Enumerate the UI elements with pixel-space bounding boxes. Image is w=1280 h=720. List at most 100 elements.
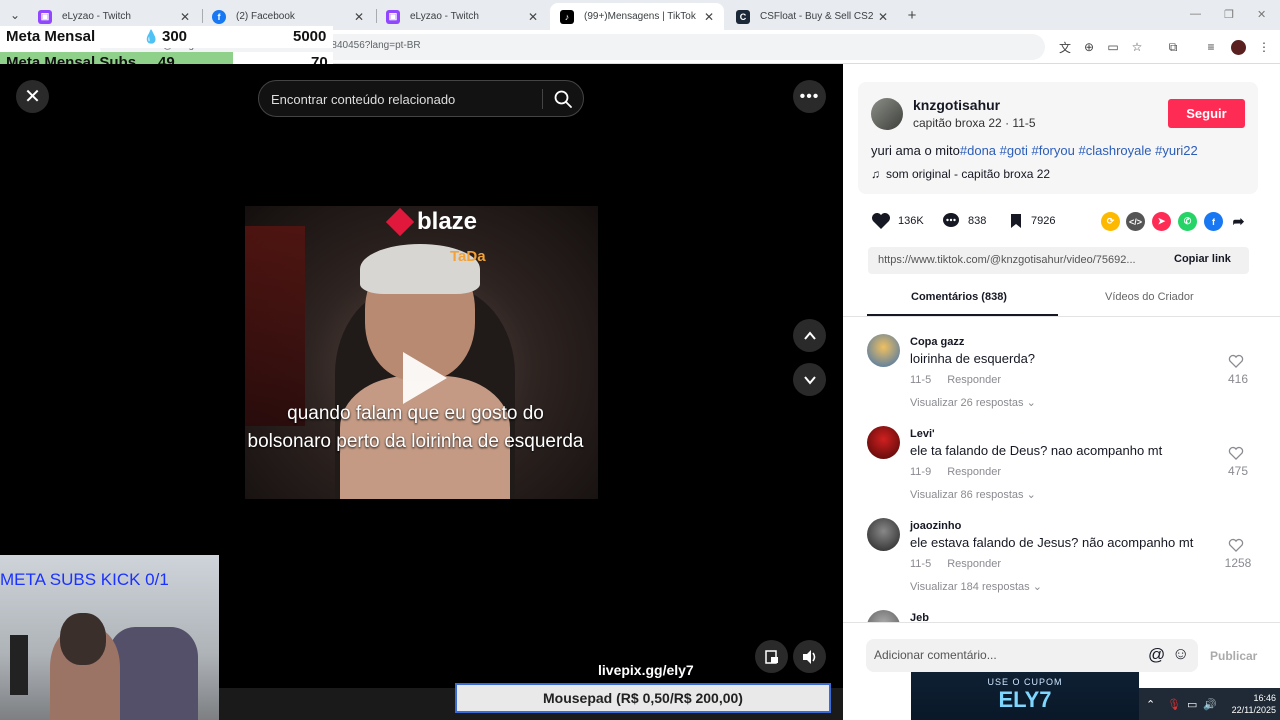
share-arrow-icon[interactable]: ➦: [1229, 212, 1248, 231]
view-replies-button[interactable]: Visualizar 26 respostas ⌄: [910, 396, 1036, 409]
facebook-icon: f: [212, 9, 226, 24]
music-link[interactable]: ♫ som original - capitão broxa 22: [871, 167, 1050, 181]
facebook-share-icon[interactable]: f: [1204, 212, 1223, 231]
minimize-icon[interactable]: —: [1190, 8, 1201, 20]
meta-mensal-target: 5000: [293, 28, 327, 45]
add-comment-input[interactable]: Adicionar comentário... @ ☺: [866, 639, 1198, 672]
streamer-head: [60, 613, 106, 665]
commenter-name[interactable]: Levi': [910, 428, 935, 440]
commenter-avatar[interactable]: [867, 426, 900, 459]
close-video-button[interactable]: ✕: [16, 80, 49, 113]
brand-tada: TaDa: [450, 248, 486, 265]
tab-title: (2) Facebook: [236, 11, 295, 22]
music-note-icon: ♫: [871, 167, 880, 181]
network-icon[interactable]: ▭: [1187, 698, 1197, 711]
comment-date: 11-5: [910, 374, 932, 386]
reply-button[interactable]: Responder: [947, 558, 1001, 570]
commenter-name[interactable]: Copa gazz: [910, 336, 964, 348]
system-clock[interactable]: 16:46 22/11/2025: [1226, 692, 1276, 716]
close-tab-icon[interactable]: ✕: [702, 10, 716, 24]
browser-tab-3[interactable]: ▣ eLyzao - Twitch ✕: [376, 3, 548, 30]
volume-button[interactable]: [793, 640, 826, 673]
reply-button[interactable]: Responder: [947, 466, 1001, 478]
comment-date: 11-5: [910, 558, 932, 570]
save-button[interactable]: 7926: [1008, 212, 1055, 230]
csfloat-icon: C: [736, 9, 750, 24]
hashtag-link[interactable]: #dona: [960, 143, 996, 158]
profile-avatar[interactable]: [1231, 40, 1246, 55]
next-video-button[interactable]: [793, 363, 826, 396]
comment-likes: 475: [1227, 464, 1249, 478]
copy-link-button[interactable]: Copiar link: [1174, 253, 1231, 265]
search-divider: [542, 89, 543, 109]
commenter-name[interactable]: joaozinho: [910, 520, 961, 532]
add-comment-placeholder: Adicionar comentário...: [874, 648, 997, 662]
author-avatar[interactable]: [871, 98, 903, 130]
repost-icon[interactable]: ⟳: [1101, 212, 1120, 231]
whatsapp-icon[interactable]: ✆: [1178, 212, 1197, 231]
microphone-shape: [10, 635, 28, 695]
commenter-avatar[interactable]: [867, 610, 900, 622]
publish-button[interactable]: Publicar: [1210, 649, 1257, 663]
hashtag-link[interactable]: #goti: [1000, 143, 1028, 158]
window-close-icon[interactable]: ✕: [1257, 8, 1266, 21]
tray-chevron-up-icon[interactable]: ⌃: [1146, 698, 1155, 711]
author-username[interactable]: knzgotisahur: [913, 97, 1000, 113]
browser-menu-icon[interactable]: ⋮: [1257, 40, 1271, 54]
comment-like-heart-icon[interactable]: [1228, 538, 1244, 553]
clock-time: 16:46: [1253, 693, 1276, 703]
comment-like-heart-icon[interactable]: [1228, 354, 1244, 369]
view-replies-button[interactable]: Visualizar 86 respostas ⌄: [910, 488, 1036, 501]
comment-date: 11-9: [910, 466, 932, 478]
tab-search-chevron-icon[interactable]: ⌄: [8, 8, 22, 22]
send-to-friends-icon[interactable]: ➤: [1152, 212, 1171, 231]
comment-item: Jeb: [867, 610, 1257, 622]
tab-creator-videos[interactable]: Vídeos do Criador: [1105, 291, 1194, 303]
pip-button[interactable]: [755, 640, 788, 673]
translate-icon[interactable]: 文: [1058, 40, 1072, 55]
browser-tab-4-active[interactable]: ♪ (99+)Mensagens | TikTok ✕: [550, 3, 724, 30]
mention-icon[interactable]: @: [1148, 645, 1165, 665]
view-replies-button[interactable]: Visualizar 184 respostas ⌄: [910, 580, 1042, 593]
cast-icon[interactable]: ▭: [1106, 40, 1120, 54]
hashtag-link[interactable]: #foryou: [1031, 143, 1074, 158]
tab-title: eLyzao - Twitch: [410, 11, 479, 22]
extensions-icon[interactable]: ⧉: [1166, 40, 1180, 54]
tab-comments[interactable]: Comentários (838): [911, 291, 1007, 303]
related-search-input[interactable]: Encontrar conteúdo relacionado: [258, 80, 584, 117]
emoji-icon[interactable]: ☺: [1172, 644, 1189, 664]
commenter-name[interactable]: Jeb: [910, 612, 929, 622]
comment-button[interactable]: 838: [941, 212, 986, 230]
hashtag-link[interactable]: #clashroyale: [1078, 143, 1151, 158]
new-tab-plus-icon[interactable]: +: [905, 7, 919, 24]
hashtag-link[interactable]: #yuri22: [1155, 143, 1198, 158]
bookmark-star-icon[interactable]: ☆: [1130, 40, 1144, 54]
browser-tab-5[interactable]: C CSFloat - Buy & Sell CS2 Skins ✕: [726, 3, 898, 30]
follow-button[interactable]: Seguir: [1168, 99, 1245, 128]
embed-icon[interactable]: </>: [1126, 212, 1145, 231]
close-tab-icon[interactable]: ✕: [178, 10, 192, 24]
streamer-webcam: META SUBS KICK 0/1: [0, 555, 219, 720]
zoom-icon[interactable]: ⊕: [1082, 40, 1096, 54]
microphone-icon[interactable]: 🎙: [1167, 698, 1181, 711]
media-control-icon[interactable]: ≡: [1204, 40, 1218, 54]
view-replies-label: Visualizar 26 respostas: [910, 397, 1024, 409]
more-options-button[interactable]: •••: [793, 80, 826, 113]
comment-item: Copa gazz loirinha de esquerda? 11-5 Resp…: [867, 334, 1257, 414]
play-icon[interactable]: [403, 352, 447, 404]
share-link-text[interactable]: https://www.tiktok.com/@knzgotisahur/vid…: [878, 254, 1163, 266]
chevron-up-icon: [803, 330, 816, 340]
comment-like-heart-icon[interactable]: [1228, 446, 1244, 461]
like-button[interactable]: 136K: [871, 212, 924, 230]
close-tab-icon[interactable]: ✕: [352, 10, 366, 24]
close-tab-icon[interactable]: ✕: [876, 10, 890, 24]
speaker-icon[interactable]: 🔊: [1203, 698, 1217, 711]
commenter-avatar[interactable]: [867, 334, 900, 367]
close-tab-icon[interactable]: ✕: [526, 10, 540, 24]
commenter-avatar[interactable]: [867, 518, 900, 551]
picture-in-picture-icon: [764, 649, 778, 664]
maximize-icon[interactable]: ❐: [1224, 8, 1234, 21]
previous-video-button[interactable]: [793, 319, 826, 352]
search-icon[interactable]: [553, 89, 573, 109]
reply-button[interactable]: Responder: [947, 374, 1001, 386]
